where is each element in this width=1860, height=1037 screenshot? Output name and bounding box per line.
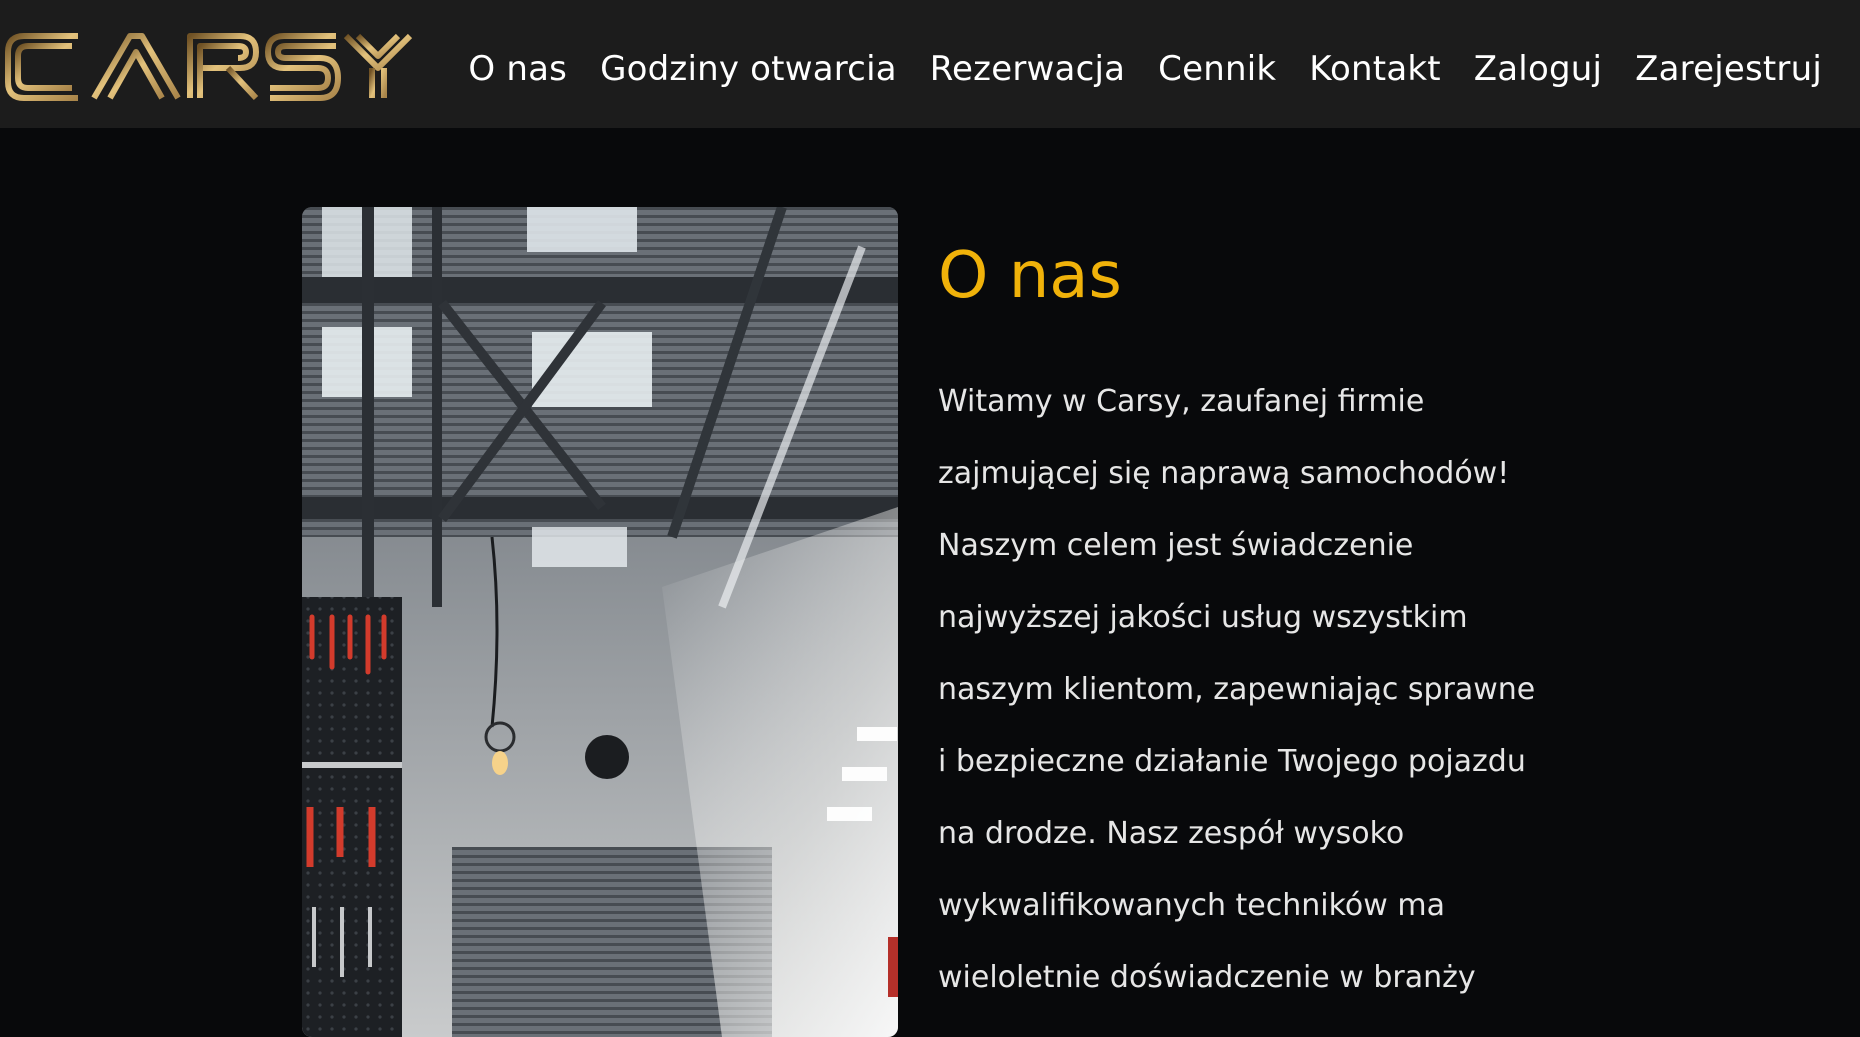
about-paragraph-line: i bezpieczne działanie Twojego pojazdu <box>938 744 1526 779</box>
nav-link-o-nas[interactable]: O nas <box>468 49 567 89</box>
about-section-title: O nas <box>938 239 1122 313</box>
nav-link-zaloguj[interactable]: Zaloguj <box>1474 49 1602 89</box>
about-paragraph-line: Witamy w Carsy, zaufanej firmie <box>938 384 1425 419</box>
about-paragraph-line: naszym klientom, zapewniając sprawne <box>938 672 1536 707</box>
about-paragraph-line: najwyższej jakości usług wszystkim <box>938 600 1468 635</box>
nav-link-rezerwacja[interactable]: Rezerwacja <box>930 49 1125 89</box>
about-paragraph-line: Naszym celem jest świadczenie <box>938 528 1414 563</box>
about-paragraph-line: zajmującej się naprawą samochodów! <box>938 456 1510 491</box>
main-menu: O nas Godziny otwarcia Rezerwacja Cennik… <box>468 0 1822 138</box>
carsy-logo[interactable] <box>2 28 414 106</box>
nav-link-kontakt[interactable]: Kontakt <box>1309 49 1441 89</box>
nav-link-godziny-otwarcia[interactable]: Godziny otwarcia <box>600 49 897 89</box>
nav-link-zarejestruj[interactable]: Zarejestruj <box>1635 49 1822 89</box>
about-paragraph-line: wykwalifikowanych techników ma <box>938 888 1445 923</box>
top-navbar: O nas Godziny otwarcia Rezerwacja Cennik… <box>0 0 1860 128</box>
nav-link-cennik[interactable]: Cennik <box>1158 49 1276 89</box>
about-paragraph-line: na drodze. Nasz zespół wysoko <box>938 816 1405 851</box>
about-paragraph-line: wieloletnie doświadczenie w branży <box>938 960 1476 995</box>
garage-workshop-photo <box>302 207 898 1037</box>
garage-illustration <box>302 207 898 1037</box>
about-paragraph: Witamy w Carsy, zaufanej firmie zajmując… <box>938 366 1538 1014</box>
logo-graphic <box>5 33 413 101</box>
